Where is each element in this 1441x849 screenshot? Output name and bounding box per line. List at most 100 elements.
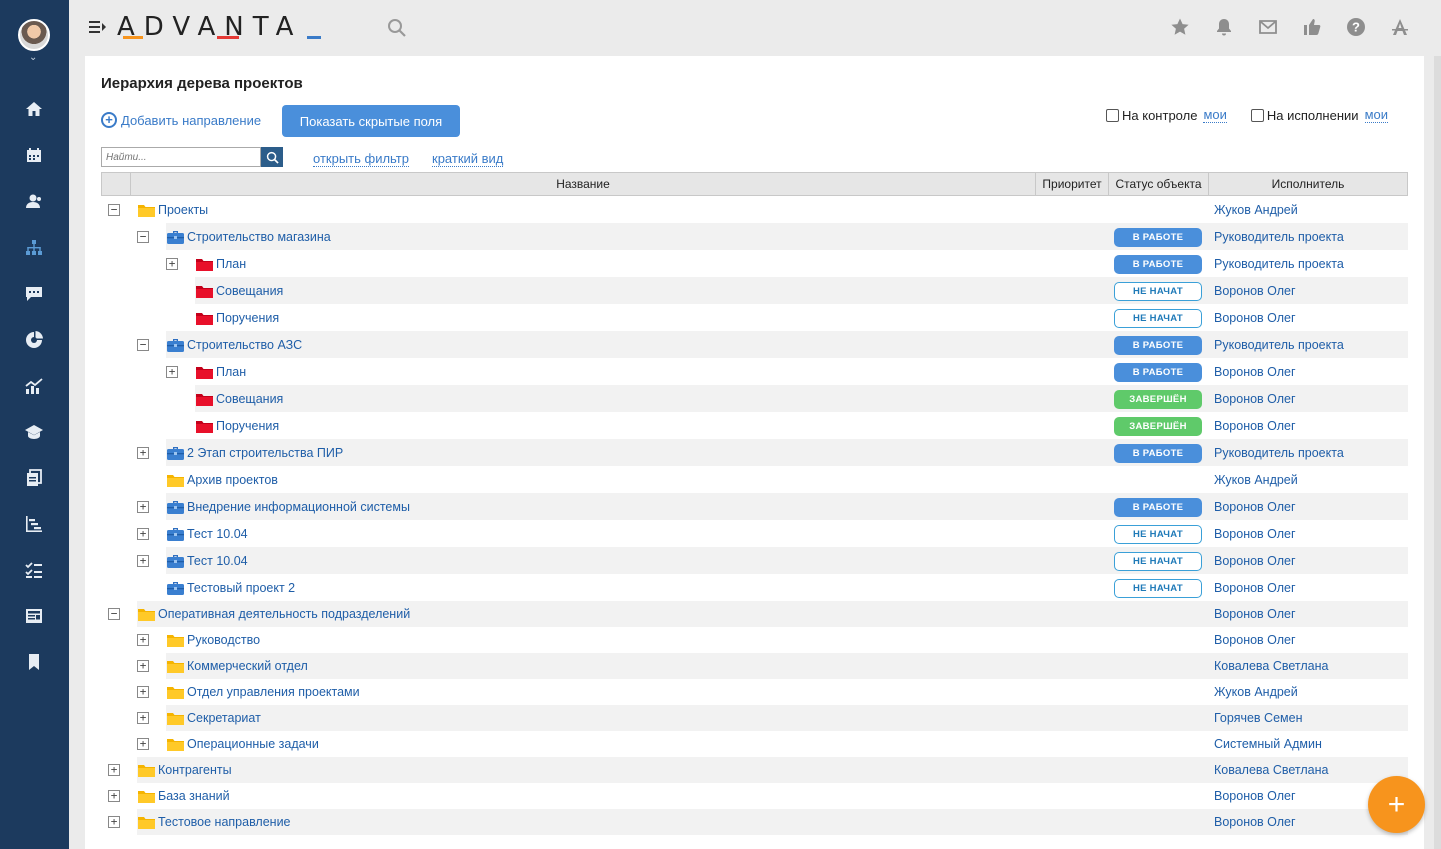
expand-icon[interactable]: +: [166, 257, 178, 270]
row-executor[interactable]: Руководитель проекта: [1214, 445, 1344, 461]
sidebar-gantt-button[interactable]: [22, 512, 46, 536]
table-row[interactable]: + План В РАБОТЕ Воронов Олег: [101, 358, 1408, 385]
row-executor[interactable]: Воронов Олег: [1214, 580, 1296, 596]
row-name[interactable]: Тест 10.04: [187, 553, 248, 569]
row-executor[interactable]: Воронов Олег: [1214, 391, 1296, 407]
expand-icon[interactable]: +: [137, 527, 149, 540]
row-name[interactable]: Строительство АЗС: [187, 337, 302, 353]
table-row[interactable]: + Контрагенты Ковалева Светлана: [101, 757, 1408, 783]
expand-icon[interactable]: +: [137, 554, 149, 567]
mail-icon[interactable]: [1257, 16, 1279, 38]
table-row[interactable]: + Секретариат Горячев Семен: [101, 705, 1408, 731]
add-direction-link[interactable]: + Добавить направление: [101, 112, 261, 128]
expand-icon[interactable]: +: [137, 634, 149, 646]
expand-icon[interactable]: +: [108, 764, 120, 776]
search-icon[interactable]: [387, 18, 407, 38]
table-row[interactable]: + Тестовое направление Воронов Олег: [101, 809, 1408, 835]
row-executor[interactable]: Воронов Олег: [1214, 283, 1296, 299]
column-status-header[interactable]: Статус объекта: [1109, 173, 1209, 195]
scrollbar[interactable]: [1434, 56, 1441, 849]
collapse-icon[interactable]: −: [137, 230, 149, 243]
table-row[interactable]: + База знаний Воронов Олег: [101, 783, 1408, 809]
add-fab-button[interactable]: +: [1368, 776, 1425, 833]
show-hidden-fields-button[interactable]: Показать скрытые поля: [282, 105, 460, 137]
row-name[interactable]: Тестовый проект 2: [187, 580, 295, 596]
table-row[interactable]: Тестовый проект 2 НЕ НАЧАТ Воронов Олег: [101, 574, 1408, 601]
table-row[interactable]: + Внедрение информационной системы В РАБОТ…: [101, 493, 1408, 520]
table-row[interactable]: + Коммерческий отдел Ковалева Светлана: [101, 653, 1408, 679]
row-executor[interactable]: Воронов Олег: [1214, 788, 1296, 804]
expand-icon[interactable]: +: [137, 738, 149, 750]
sidebar-contacts-button[interactable]: [22, 189, 46, 213]
collapse-icon[interactable]: −: [108, 203, 120, 216]
expand-icon[interactable]: +: [137, 686, 149, 698]
table-row[interactable]: + Руководство Воронов Олег: [101, 627, 1408, 653]
sidebar-hierarchy-button[interactable]: [22, 236, 46, 260]
table-row[interactable]: − Проекты Жуков Андрей: [101, 196, 1408, 223]
table-row[interactable]: + Отдел управления проектами Жуков Андрей: [101, 679, 1408, 705]
sidebar-chat-button[interactable]: [22, 282, 46, 306]
row-executor[interactable]: Системный Админ: [1214, 736, 1322, 752]
row-name[interactable]: Тестовое направление: [158, 814, 291, 830]
table-row[interactable]: Совещания НЕ НАЧАТ Воронов Олег: [101, 277, 1408, 304]
table-row[interactable]: Совещания ЗАВЕРШЁН Воронов Олег: [101, 385, 1408, 412]
row-name[interactable]: Коммерческий отдел: [187, 658, 308, 674]
star-icon[interactable]: [1169, 16, 1191, 38]
language-icon[interactable]: [1389, 16, 1411, 38]
expand-icon[interactable]: +: [137, 660, 149, 672]
sidebar-calendar-button[interactable]: [22, 143, 46, 167]
column-executor-header[interactable]: Исполнитель: [1209, 173, 1407, 195]
tree-search-input[interactable]: [101, 147, 261, 167]
row-name[interactable]: Операционные задачи: [187, 736, 319, 752]
row-name[interactable]: Руководство: [187, 632, 260, 648]
row-name[interactable]: 2 Этап строительства ПИР: [187, 445, 343, 461]
row-name[interactable]: Поручения: [216, 310, 279, 326]
sidebar-pie-chart-button[interactable]: [22, 328, 46, 352]
row-name[interactable]: План: [216, 256, 246, 272]
expand-icon[interactable]: +: [166, 365, 178, 378]
table-row[interactable]: + Операционные задачи Системный Админ: [101, 731, 1408, 757]
row-executor[interactable]: Ковалева Светлана: [1214, 658, 1328, 674]
row-executor[interactable]: Жуков Андрей: [1214, 202, 1298, 218]
row-executor[interactable]: Руководитель проекта: [1214, 229, 1344, 245]
table-row[interactable]: Поручения ЗАВЕРШЁН Воронов Олег: [101, 412, 1408, 439]
row-name[interactable]: Оперативная деятельность подразделений: [158, 606, 410, 622]
expand-icon[interactable]: +: [137, 712, 149, 724]
row-name[interactable]: Строительство магазина: [187, 229, 331, 245]
on-control-mine-link[interactable]: мои: [1203, 107, 1227, 123]
thumbs-up-icon[interactable]: [1301, 16, 1323, 38]
sidebar-documents-button[interactable]: [22, 466, 46, 490]
open-filter-link[interactable]: открыть фильтр: [313, 151, 409, 167]
row-name[interactable]: Совещания: [216, 283, 283, 299]
row-executor[interactable]: Руководитель проекта: [1214, 337, 1344, 353]
sidebar-news-button[interactable]: [22, 604, 46, 628]
in-progress-mine-link[interactable]: мои: [1364, 107, 1388, 123]
help-icon[interactable]: ?: [1345, 16, 1367, 38]
avatar[interactable]: [18, 19, 50, 51]
row-executor[interactable]: Воронов Олег: [1214, 814, 1296, 830]
row-executor[interactable]: Жуков Андрей: [1214, 684, 1298, 700]
row-name[interactable]: Совещания: [216, 391, 283, 407]
expand-icon[interactable]: +: [137, 500, 149, 513]
table-row[interactable]: Архив проектов Жуков Андрей: [101, 466, 1408, 493]
menu-toggle-icon[interactable]: [89, 19, 107, 35]
on-control-checkbox[interactable]: [1106, 108, 1120, 122]
in-progress-checkbox[interactable]: [1250, 108, 1264, 122]
row-name[interactable]: Контрагенты: [158, 762, 232, 778]
table-row[interactable]: + Тест 10.04 НЕ НАЧАТ Воронов Олег: [101, 520, 1408, 547]
row-name[interactable]: Отдел управления проектами: [187, 684, 360, 700]
row-name[interactable]: Тест 10.04: [187, 526, 248, 542]
chevron-down-icon[interactable]: ⌄: [29, 53, 37, 63]
row-name[interactable]: Архив проектов: [187, 472, 278, 488]
column-name-header[interactable]: Название: [131, 173, 1036, 195]
expand-icon[interactable]: +: [108, 790, 120, 802]
row-executor[interactable]: Руководитель проекта: [1214, 256, 1344, 272]
sidebar-checklist-button[interactable]: [22, 558, 46, 582]
row-executor[interactable]: Воронов Олег: [1214, 526, 1296, 542]
search-go-button[interactable]: [261, 147, 283, 167]
short-view-link[interactable]: краткий вид: [432, 151, 504, 167]
row-executor[interactable]: Горячев Семен: [1214, 710, 1302, 726]
expand-icon[interactable]: +: [108, 816, 120, 828]
row-executor[interactable]: Воронов Олег: [1214, 499, 1296, 515]
expand-icon[interactable]: +: [137, 446, 149, 459]
